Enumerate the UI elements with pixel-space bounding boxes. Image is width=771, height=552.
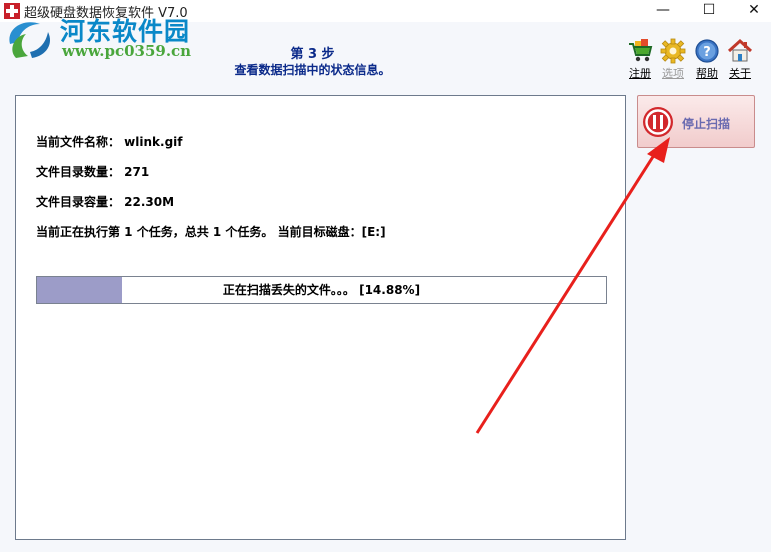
about-button[interactable]: 关于 bbox=[723, 38, 757, 81]
stop-scan-label: 停止扫描 bbox=[682, 117, 731, 131]
home-icon bbox=[727, 38, 753, 62]
scan-status-panel: 当前文件名称： wlink.gif 文件目录数量： 271 文件目录容量： 22… bbox=[15, 95, 626, 540]
minimize-button[interactable]: — bbox=[640, 0, 686, 22]
stop-scan-button[interactable]: 停止扫描 bbox=[637, 95, 755, 148]
register-label: 注册 bbox=[629, 67, 651, 80]
dir-size-row: 文件目录容量： 22.30M bbox=[36, 195, 175, 209]
cart-icon bbox=[629, 39, 653, 62]
register-button[interactable]: 注册 bbox=[623, 38, 657, 81]
maximize-button[interactable]: ☐ bbox=[686, 0, 732, 22]
progress-text: 正在扫描丢失的文件。。。 [14.88%] bbox=[222, 283, 421, 297]
svg-text:?: ? bbox=[703, 45, 711, 60]
close-button[interactable]: ✕ bbox=[731, 0, 771, 22]
gear-icon bbox=[660, 38, 686, 64]
scan-progress-bar: 正在扫描丢失的文件。。。 [14.88%] bbox=[36, 276, 607, 304]
help-label: 帮助 bbox=[696, 67, 718, 80]
dir-count-row: 文件目录数量： 271 bbox=[36, 165, 150, 179]
current-file-row: 当前文件名称： wlink.gif bbox=[36, 135, 183, 149]
options-button[interactable]: 选项 bbox=[656, 38, 690, 81]
step-title: 第 3 步 bbox=[290, 47, 335, 62]
step-description: 查看数据扫描中的状态信息。 bbox=[234, 63, 391, 77]
stop-icon bbox=[643, 107, 673, 137]
task-status-row: 当前正在执行第 1 个任务，总共 1 个任务。 当前目标磁盘：[E:] bbox=[36, 225, 386, 239]
help-button[interactable]: ? 帮助 bbox=[690, 38, 724, 81]
help-icon: ? bbox=[695, 39, 719, 63]
options-label: 选项 bbox=[662, 67, 684, 80]
about-label: 关于 bbox=[729, 67, 751, 80]
